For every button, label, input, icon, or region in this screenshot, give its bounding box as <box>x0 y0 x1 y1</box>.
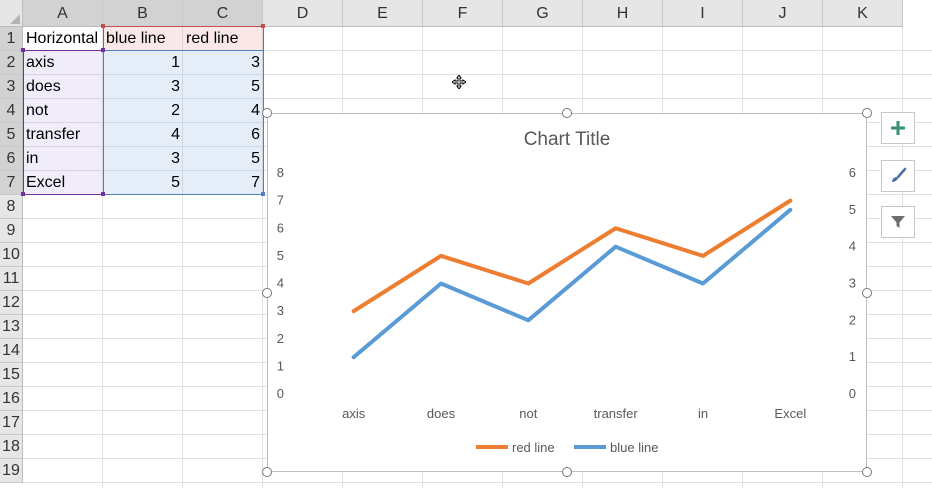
column-header-f[interactable]: F <box>423 0 503 27</box>
chart-elements-button[interactable] <box>881 112 915 144</box>
row-header-12[interactable]: 12 <box>0 291 23 315</box>
row-header-19[interactable]: 19 <box>0 459 23 483</box>
y-secondary-tick-label: 6 <box>849 165 856 180</box>
y-primary-tick-label: 6 <box>277 220 284 235</box>
cell-b2[interactable]: 1 <box>103 51 183 75</box>
y-primary-tick-label: 4 <box>277 276 284 291</box>
cell-c2[interactable]: 3 <box>183 51 263 75</box>
row-header-10[interactable]: 10 <box>0 243 23 267</box>
cell-b6[interactable]: 3 <box>103 147 183 171</box>
gridline-horizontal <box>23 482 932 483</box>
row-header-6[interactable]: 6 <box>0 147 23 171</box>
y-secondary-tick-label: 2 <box>849 312 856 327</box>
y-primary-tick-label: 1 <box>277 358 284 373</box>
legend-label: blue line <box>610 440 658 455</box>
y-primary-tick-label: 7 <box>277 193 284 208</box>
row-header-1[interactable]: 1 <box>0 27 23 51</box>
cell-a5[interactable]: transfer <box>23 123 103 147</box>
resize-handle-bottom-left[interactable] <box>262 467 272 477</box>
row-header-2[interactable]: 2 <box>0 51 23 75</box>
cell-a1[interactable]: Horizontal <box>23 27 103 51</box>
resize-handle-top-left[interactable] <box>262 108 272 118</box>
gridline-vertical <box>902 27 903 488</box>
x-tick-label: not <box>519 406 537 421</box>
column-header-i[interactable]: I <box>663 0 743 27</box>
column-header-b[interactable]: B <box>103 0 183 27</box>
cell-b1[interactable]: blue line <box>103 27 183 51</box>
resize-handle-middle-right[interactable] <box>862 288 872 298</box>
resize-handle-top-right[interactable] <box>862 108 872 118</box>
x-tick-label: transfer <box>594 406 639 421</box>
plus-icon <box>891 121 905 135</box>
cell-c6[interactable]: 5 <box>183 147 263 171</box>
y-secondary-tick-label: 3 <box>849 276 856 291</box>
row-header-7[interactable]: 7 <box>0 171 23 195</box>
chart-filters-button[interactable] <box>881 206 915 238</box>
cell-a4[interactable]: not <box>23 99 103 123</box>
x-tick-label: Excel <box>774 406 806 421</box>
filter-icon <box>891 216 905 228</box>
y-primary-tick-label: 3 <box>277 303 284 318</box>
column-header-d[interactable]: D <box>263 0 343 27</box>
row-header-8[interactable]: 8 <box>0 195 23 219</box>
column-header-h[interactable]: H <box>583 0 663 27</box>
cell-b4[interactable]: 2 <box>103 99 183 123</box>
resize-handle-top-middle[interactable] <box>562 108 572 118</box>
y-primary-tick-label: 8 <box>277 165 284 180</box>
resize-handle-middle-left[interactable] <box>262 288 272 298</box>
chart-svg: Chart Title 0 1 2 3 4 5 6 7 8 0 1 2 3 4 5 6 axis does not t… <box>277 129 856 455</box>
chart-title[interactable]: Chart Title <box>524 129 611 150</box>
legend-label: red line <box>512 440 555 455</box>
row-header-9[interactable]: 9 <box>0 219 23 243</box>
move-cursor-icon <box>452 75 466 89</box>
y-secondary-tick-label: 5 <box>849 202 856 217</box>
cell-a7[interactable]: Excel <box>23 171 103 195</box>
x-tick-label: axis <box>342 406 366 421</box>
column-header-j[interactable]: J <box>743 0 823 27</box>
column-header-k[interactable]: K <box>823 0 903 27</box>
resize-handle-bottom-middle[interactable] <box>562 467 572 477</box>
cell-c4[interactable]: 4 <box>183 99 263 123</box>
select-all-corner[interactable] <box>0 0 23 27</box>
cell-b7[interactable]: 5 <box>103 171 183 195</box>
cell-c7[interactable]: 7 <box>183 171 263 195</box>
cell-a2[interactable]: axis <box>23 51 103 75</box>
y-primary-tick-label: 5 <box>277 248 284 263</box>
cell-c1[interactable]: red line <box>183 27 263 51</box>
series-line-blue-line[interactable] <box>351 207 793 360</box>
chart-styles-button[interactable] <box>881 160 915 192</box>
row-header-4[interactable]: 4 <box>0 99 23 123</box>
x-tick-label: in <box>698 406 708 421</box>
row-header-3[interactable]: 3 <box>0 75 23 99</box>
cell-b5[interactable]: 4 <box>103 123 183 147</box>
y-primary-tick-label: 2 <box>277 331 284 346</box>
brush-icon <box>892 167 907 182</box>
x-tick-label: does <box>427 406 456 421</box>
row-header-15[interactable]: 15 <box>0 363 23 387</box>
chart-object[interactable]: Chart Title 0 1 2 3 4 5 6 7 8 0 1 2 3 4 5 6 axis does not t… <box>267 113 867 472</box>
y-secondary-tick-label: 1 <box>849 349 856 364</box>
cell-c3[interactable]: 5 <box>183 75 263 99</box>
series-line-red-line[interactable] <box>351 198 793 314</box>
cell-c5[interactable]: 6 <box>183 123 263 147</box>
column-header-c[interactable]: C <box>183 0 263 27</box>
resize-handle-bottom-right[interactable] <box>862 467 872 477</box>
row-header-13[interactable]: 13 <box>0 315 23 339</box>
row-header-5[interactable]: 5 <box>0 123 23 147</box>
cell-b3[interactable]: 3 <box>103 75 183 99</box>
row-header-11[interactable]: 11 <box>0 267 23 291</box>
y-secondary-tick-label: 0 <box>849 386 856 401</box>
column-header-a[interactable]: A <box>23 0 103 27</box>
cell-a3[interactable]: does <box>23 75 103 99</box>
column-header-e[interactable]: E <box>343 0 423 27</box>
column-header-g[interactable]: G <box>503 0 583 27</box>
row-header-14[interactable]: 14 <box>0 339 23 363</box>
row-header-17[interactable]: 17 <box>0 411 23 435</box>
row-header-16[interactable]: 16 <box>0 387 23 411</box>
y-secondary-tick-label: 4 <box>849 239 856 254</box>
y-primary-tick-label: 0 <box>277 386 284 401</box>
row-header-18[interactable]: 18 <box>0 435 23 459</box>
cell-a6[interactable]: in <box>23 147 103 171</box>
